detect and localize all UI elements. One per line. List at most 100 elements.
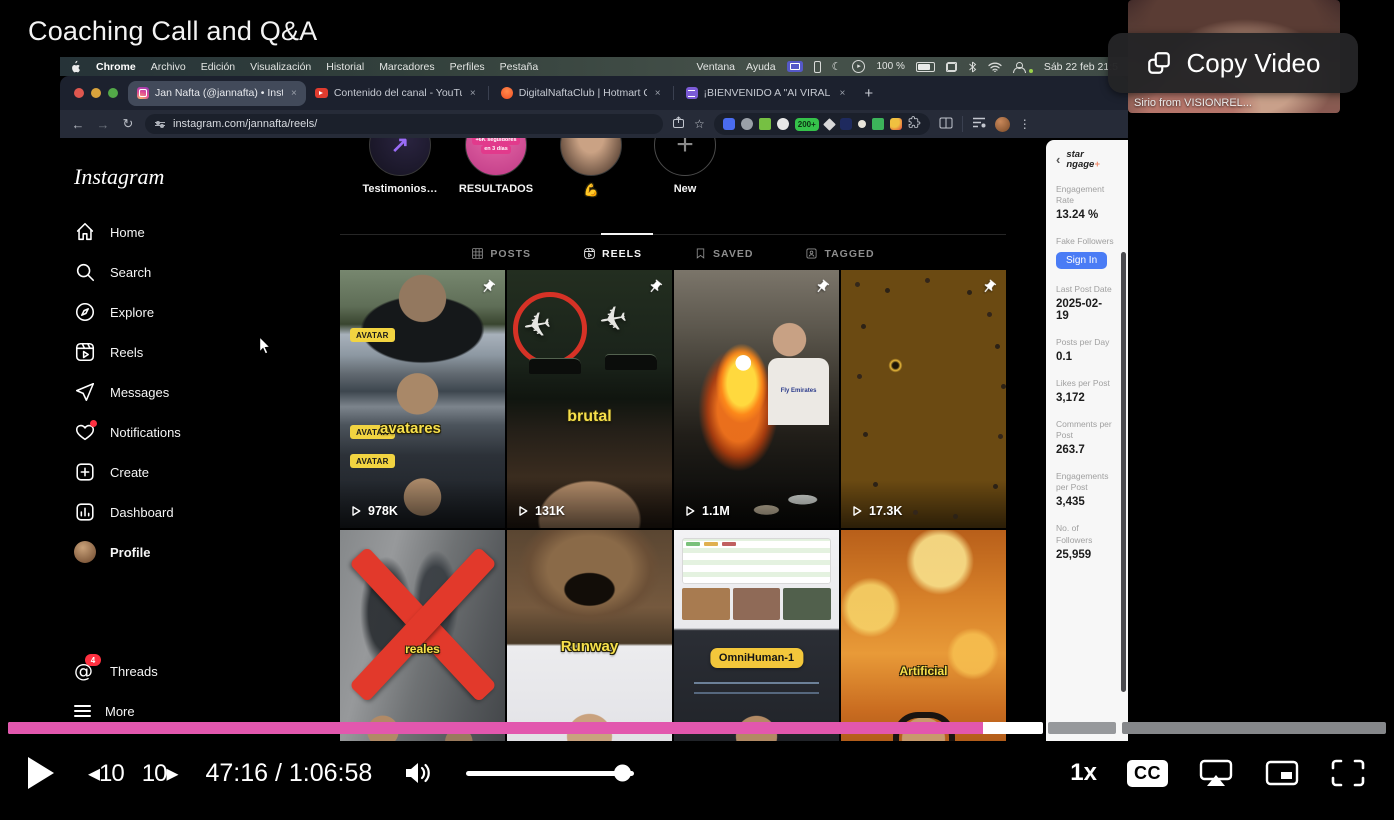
reel-tile[interactable]: 17.3K — [841, 270, 1006, 528]
sidebar-item-dashboard[interactable]: Dashboard — [74, 492, 181, 532]
sidebar-item-messages[interactable]: Messages — [74, 372, 181, 412]
highlight-testimonios[interactable]: ↗ Testimonios… — [352, 138, 448, 195]
captions-button[interactable]: CC — [1127, 760, 1168, 787]
close-window-button[interactable] — [74, 88, 84, 98]
reel-tile[interactable]: Artificial — [841, 530, 1006, 741]
url-text[interactable]: instagram.com/jannafta/reels/ — [173, 118, 317, 130]
wave-extension-icon[interactable] — [840, 118, 852, 130]
progress-bar-segment[interactable] — [1048, 722, 1116, 734]
back-button[interactable]: ← — [70, 117, 86, 132]
reel-tile[interactable]: Fly Emirates 1.1M — [674, 270, 839, 528]
tab-saved[interactable]: SAVED — [694, 235, 753, 260]
screen-share-icon[interactable] — [787, 61, 803, 72]
menu-ayuda[interactable]: Ayuda — [746, 61, 776, 73]
volume-knob[interactable] — [614, 765, 631, 782]
reel-tile[interactable]: OmniHuman-1 — [674, 530, 839, 741]
profile-avatar[interactable] — [995, 117, 1010, 132]
forward-10-button[interactable]: 10▸ — [142, 759, 178, 788]
menu-historial[interactable]: Historial — [326, 61, 364, 73]
color-extension-icon[interactable] — [890, 118, 902, 130]
sidebar-item-threads[interactable]: @4 Threads — [74, 651, 158, 691]
reel-tile[interactable]: AVATAR AVATAR AVATAR avatares 978K — [340, 270, 505, 528]
site-settings-icon[interactable] — [155, 120, 165, 128]
tab-posts[interactable]: POSTS — [471, 235, 531, 260]
camera-extension-icon[interactable] — [741, 118, 753, 130]
menu-pestana[interactable]: Pestaña — [500, 61, 539, 73]
wifi-icon[interactable] — [988, 62, 1002, 72]
address-bar[interactable]: instagram.com/jannafta/reels/ — [145, 114, 663, 134]
battery-icon[interactable] — [916, 62, 935, 72]
pip-button[interactable] — [1264, 758, 1300, 788]
green-extension-icon[interactable] — [872, 118, 884, 130]
close-tab-icon[interactable]: × — [291, 88, 297, 99]
highlight-resultados[interactable]: +6K seguidoresen 3 días RESULTADOS — [448, 138, 544, 195]
sidebar-item-search[interactable]: Search — [74, 252, 181, 292]
zoom-window-button[interactable] — [108, 88, 118, 98]
focus-moon-icon[interactable]: ☾ — [832, 60, 842, 73]
spark-extension-icon[interactable] — [858, 120, 866, 128]
chrome-menu-icon[interactable]: ⋮ — [1019, 117, 1031, 131]
tab-youtube[interactable]: Contenido del canal - YouTub × — [306, 81, 485, 106]
minimize-window-button[interactable] — [91, 88, 101, 98]
stage-manager-icon[interactable] — [946, 62, 957, 72]
menubar-clock[interactable]: Sáb 22 feb 21:5 — [1044, 61, 1118, 73]
menu-chrome[interactable]: Chrome — [96, 61, 136, 73]
extension-badge[interactable]: 200+ — [795, 118, 819, 131]
highlighter-extension-icon[interactable] — [759, 118, 771, 130]
eyedropper-extension-icon[interactable] — [823, 118, 836, 131]
tab-course[interactable]: ¡BIENVENIDO A "AI VIRAL VI × — [677, 81, 855, 106]
instagram-logo[interactable]: Instagram — [74, 164, 164, 190]
sidebar-item-create[interactable]: Create — [74, 452, 181, 492]
menu-perfiles[interactable]: Perfiles — [450, 61, 485, 73]
fullscreen-button[interactable] — [1330, 758, 1366, 788]
playback-speed-button[interactable]: 1x — [1070, 759, 1097, 787]
new-tab-button[interactable]: + — [864, 85, 873, 102]
bluetooth-icon[interactable] — [968, 61, 977, 73]
volume-icon[interactable] — [402, 758, 434, 788]
share-icon[interactable] — [672, 116, 685, 132]
close-tab-icon[interactable]: × — [470, 88, 476, 99]
menu-ventana[interactable]: Ventana — [696, 61, 735, 73]
close-tab-icon[interactable]: × — [655, 88, 661, 99]
reel-tile[interactable]: Runway — [507, 530, 672, 741]
menu-archivo[interactable]: Archivo — [151, 61, 186, 73]
menu-marcadores[interactable]: Marcadores — [379, 61, 434, 73]
highlight-new[interactable]: + New — [637, 138, 733, 195]
tab-tagged[interactable]: TAGGED — [805, 235, 874, 260]
tab-reels[interactable]: REELS — [583, 235, 642, 260]
sidebar-item-home[interactable]: Home — [74, 212, 181, 252]
reading-list-icon[interactable] — [939, 117, 953, 132]
rewind-10-button[interactable]: ◂10 — [88, 759, 124, 788]
now-playing-icon[interactable]: ▸ — [852, 60, 865, 73]
menu-edicion[interactable]: Edición — [201, 61, 235, 73]
highlight-muscle[interactable]: 💪 — [543, 138, 639, 197]
volume-slider[interactable] — [466, 771, 634, 776]
sidebar-item-explore[interactable]: Explore — [74, 292, 181, 332]
sidebar-item-profile[interactable]: Profile — [74, 532, 181, 572]
close-tab-icon[interactable]: × — [840, 88, 846, 99]
reel-tile[interactable]: ✈ ✈ brutal 131K — [507, 270, 672, 528]
tab-instagram[interactable]: Jan Nafta (@jannafta) • Insta × — [128, 81, 306, 106]
play-button[interactable] — [28, 757, 54, 789]
sidebar-item-reels[interactable]: Reels — [74, 332, 181, 372]
cloud-extension-icon[interactable] — [777, 118, 789, 130]
copy-video-button[interactable]: Copy Video — [1108, 33, 1358, 93]
back-chevron-icon[interactable]: ‹ — [1056, 152, 1060, 167]
sidebar-item-notifications[interactable]: Notifications — [74, 412, 181, 452]
extension-icon[interactable] — [723, 118, 735, 130]
menu-visualizacion[interactable]: Visualización — [250, 61, 311, 73]
panel-scrollbar[interactable] — [1121, 252, 1126, 692]
tab-hotmart[interactable]: DigitalNaftaClub | Hotmart C × — [492, 81, 670, 106]
bookmark-star-icon[interactable]: ☆ — [694, 117, 705, 131]
progress-bar[interactable] — [8, 722, 1043, 734]
puzzle-extensions-icon[interactable] — [908, 116, 921, 132]
reload-button[interactable]: ↻ — [120, 116, 136, 132]
device-battery-icon[interactable] — [814, 61, 821, 73]
forward-button[interactable]: → — [95, 117, 111, 132]
progress-bar-segment[interactable] — [1122, 722, 1386, 734]
reel-tile[interactable]: reales — [340, 530, 505, 741]
fast-user-switch-icon[interactable] — [1013, 62, 1025, 72]
apple-icon[interactable] — [70, 60, 81, 73]
sign-in-button[interactable]: Sign In — [1056, 252, 1107, 269]
airplay-button[interactable] — [1198, 758, 1234, 788]
